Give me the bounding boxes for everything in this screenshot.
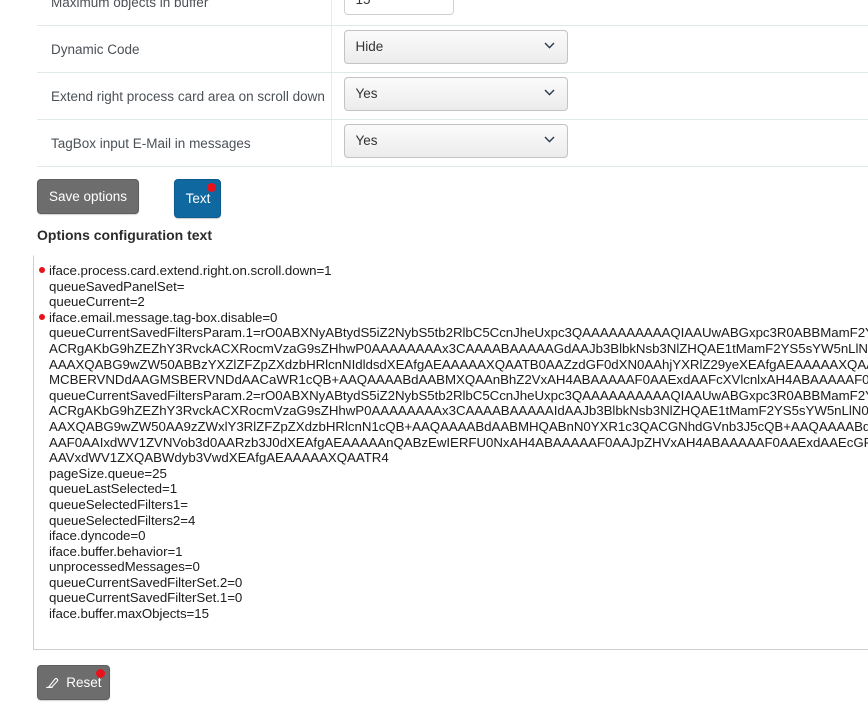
config-text-line: queueCurrentSavedFiltersParam.2=rO0ABXNy… xyxy=(34,388,868,404)
chevron-down-icon xyxy=(543,134,555,145)
config-text-line-content: iface.buffer.behavior=1 xyxy=(49,543,183,559)
reset-button[interactable]: Reset xyxy=(37,665,110,700)
config-text-line-content: pageSize.queue=25 xyxy=(49,465,167,481)
config-text-line-content: queueSelectedFilters1= xyxy=(49,496,188,512)
option-label: TagBox input E-Mail in messages xyxy=(37,119,332,167)
text-button-label: Text xyxy=(185,191,211,206)
options-table-body: Maximum objects in buffer 15 Dynamic Cod… xyxy=(37,0,868,167)
notification-dot-icon xyxy=(207,183,217,192)
config-text-line-content: iface.email.message.tag-box.disable=0 xyxy=(49,309,278,325)
config-text-line: iface.buffer.maxObjects=15 xyxy=(34,606,868,622)
config-text-line: queueSelectedFilters1= xyxy=(34,497,868,513)
option-control-cell: Yes xyxy=(331,72,868,120)
config-text-line-content: AAAXQABG9wZW50ABBzYXZlZFZpZXdzbHRlcnNIdl… xyxy=(49,356,868,372)
tagbox-email-select[interactable]: Yes xyxy=(343,123,568,158)
max-objects-input[interactable]: 15 xyxy=(343,0,454,15)
config-text-line-content: iface.dyncode=0 xyxy=(49,528,146,544)
config-text-line: MCBERVNDdAAGMSBERVNDdAACaWR1cQB+AAQAAAAB… xyxy=(34,372,868,388)
option-label: Dynamic Code xyxy=(37,25,332,73)
text-button[interactable]: Text xyxy=(174,179,222,218)
tagbox-email-value: Yes xyxy=(355,132,378,148)
options-configuration-text[interactable]: iface.process.card.extend.right.on.scrol… xyxy=(33,255,868,650)
config-text-line: queueCurrent=2 xyxy=(34,294,868,310)
config-text-line: iface.dyncode=0 xyxy=(34,528,868,544)
config-text-lines: iface.process.card.extend.right.on.scrol… xyxy=(34,256,868,622)
config-text-line-content: queueCurrent=2 xyxy=(49,294,145,310)
options-toolbar: Save options Text xyxy=(37,179,222,218)
config-text-line: AAAXQABG9wZW50ABBzYXZlZFZpZXdzbHRlcnNIdl… xyxy=(34,357,868,373)
changed-marker-icon xyxy=(39,267,45,273)
option-control-cell: Hide xyxy=(331,25,868,73)
config-text-line: iface.process.card.extend.right.on.scrol… xyxy=(34,263,868,279)
options-table: Maximum objects in buffer 15 Dynamic Cod… xyxy=(37,0,868,167)
table-row: Extend right process card area on scroll… xyxy=(37,72,868,120)
config-text-line-content: ACRgAKbG9hZEZhY3RvckACXRocmVzaG9sZHhwP0A… xyxy=(49,340,868,356)
eraser-icon xyxy=(45,668,59,701)
config-text-line: pageSize.queue=25 xyxy=(34,466,868,482)
page-title: Options configuration text xyxy=(37,227,212,243)
config-text-line-content: AAF0AAIxdWV1ZVNVob3d0AARzb3J0dXEAfgAEAAA… xyxy=(49,434,868,450)
config-text-line-content: unprocessedMessages=0 xyxy=(49,559,200,575)
config-text-line: AAXQABG9wZW50AA9zZWxlY3RlZFZpZXdzbHRlcnN… xyxy=(34,419,868,435)
config-text-line: ACRgAKbG9hZEZhY3RvckACXRocmVzaG9sZHhwP0A… xyxy=(34,341,868,357)
config-text-line-content: iface.process.card.extend.right.on.scrol… xyxy=(49,263,332,278)
option-control-cell: 15 xyxy=(331,0,868,26)
config-text-line-content: AAXQABG9wZW50AA9zZWxlY3RlZFZpZXdzbHRlcnN… xyxy=(49,418,868,434)
chevron-down-icon xyxy=(543,40,555,51)
dynamic-code-value: Hide xyxy=(355,38,384,54)
config-text-line: iface.buffer.behavior=1 xyxy=(34,544,868,560)
config-text-line: unprocessedMessages=0 xyxy=(34,559,868,575)
config-text-line-content: queueCurrentSavedFiltersParam.1=rO0ABXNy… xyxy=(49,325,868,341)
config-text-line: queueCurrentSavedFilterSet.1=0 xyxy=(34,590,868,606)
config-text-line-content: ACRgAKbG9hZEZhY3RvckACXRocmVzaG9sZHhwP0A… xyxy=(49,403,868,419)
option-control-cell: Yes xyxy=(331,119,868,167)
config-text-line: AAVxdWV1ZXQABWdyb3VwdXEAfgAEAAAAAXQAATR4 xyxy=(34,450,868,466)
table-row: TagBox input E-Mail in messages Yes xyxy=(37,119,868,167)
dynamic-code-select[interactable]: Hide xyxy=(343,29,568,64)
config-text-line: AAF0AAIxdWV1ZVNVob3d0AARzb3J0dXEAfgAEAAA… xyxy=(34,435,868,451)
config-text-line-content: queueLastSelected=1 xyxy=(49,481,178,497)
reset-button-label: Reset xyxy=(66,675,102,690)
notification-dot-icon xyxy=(96,669,105,678)
chevron-down-icon xyxy=(543,87,555,98)
extend-right-card-value: Yes xyxy=(355,85,378,101)
config-text-line: ACRgAKbG9hZEZhY3RvckACXRocmVzaG9sZHhwP0A… xyxy=(34,403,868,419)
config-text-line: queueCurrentSavedFiltersParam.1=rO0ABXNy… xyxy=(34,325,868,341)
config-text-line-content: queueSelectedFilters2=4 xyxy=(49,512,196,528)
config-text-line-content: queueSavedPanelSet= xyxy=(49,278,185,294)
option-label: Maximum objects in buffer xyxy=(37,0,332,26)
config-text-line: queueCurrentSavedFilterSet.2=0 xyxy=(34,575,868,591)
table-row: Maximum objects in buffer 15 xyxy=(37,0,868,26)
config-text-line: queueLastSelected=1 xyxy=(34,481,868,497)
options-page: Maximum objects in buffer 15 Dynamic Cod… xyxy=(0,0,868,716)
changed-marker-icon xyxy=(39,313,45,320)
config-text-line-content: AAVxdWV1ZXQABWdyb3VwdXEAfgAEAAAAAXQAATR4 xyxy=(49,450,389,466)
config-text-line-content: queueCurrentSavedFilterSet.1=0 xyxy=(49,590,243,606)
option-label: Extend right process card area on scroll… xyxy=(37,72,332,120)
config-text-line-content: queueCurrentSavedFilterSet.2=0 xyxy=(49,574,243,590)
extend-right-card-select[interactable]: Yes xyxy=(343,76,568,111)
table-row: Dynamic Code Hide xyxy=(37,25,868,73)
save-options-button[interactable]: Save options xyxy=(37,179,139,214)
config-text-line: queueSavedPanelSet= xyxy=(34,279,868,295)
config-text-line-content: iface.buffer.maxObjects=15 xyxy=(49,606,209,622)
config-text-line-content: MCBERVNDdAAGMSBERVNDdAACaWR1cQB+AAQAAAAB… xyxy=(49,372,868,388)
config-text-line: iface.email.message.tag-box.disable=0 xyxy=(34,310,868,326)
config-text-line-content: queueCurrentSavedFiltersParam.2=rO0ABXNy… xyxy=(49,387,868,403)
config-text-line: queueSelectedFilters2=4 xyxy=(34,513,868,529)
